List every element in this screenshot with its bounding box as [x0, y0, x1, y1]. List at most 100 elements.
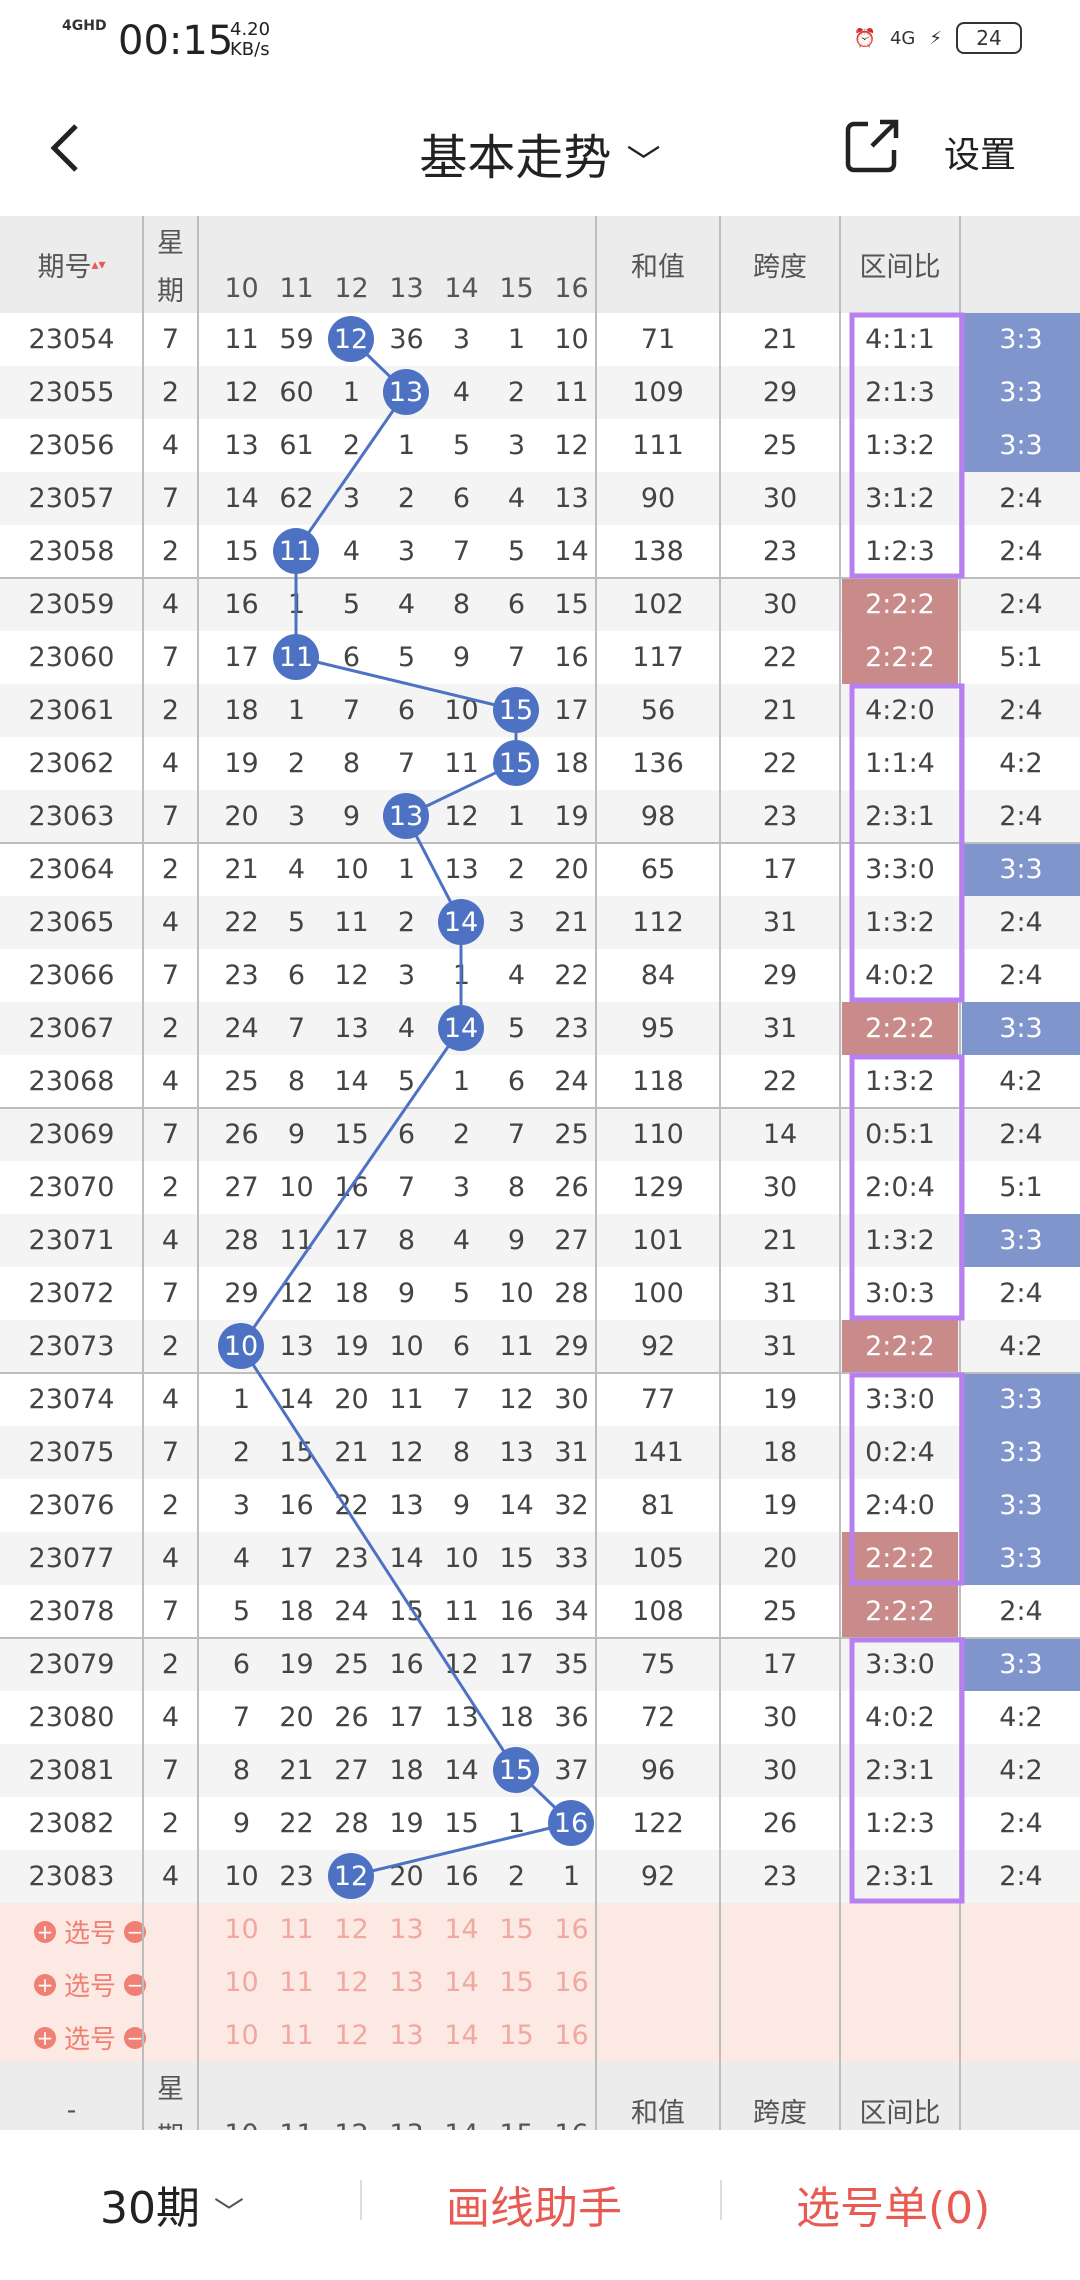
pick-number[interactable]: 12: [324, 2009, 379, 2062]
pick-number[interactable]: 15: [489, 1903, 544, 1956]
sum-value: 117: [632, 642, 684, 673]
miss-value: 13: [444, 1702, 479, 1733]
zone-ratio: 0:5:1: [865, 1119, 935, 1150]
sum-value: 77: [640, 1384, 676, 1415]
miss-value: 5: [287, 907, 306, 938]
header-num-14: 14: [444, 273, 479, 304]
plus-icon[interactable]: +: [34, 2026, 56, 2049]
pick-number[interactable]: 14: [434, 1903, 489, 1956]
miss-value: 16: [554, 642, 589, 673]
battery-indicator: 24: [956, 22, 1022, 54]
miss-value: 3: [452, 1172, 471, 1203]
miss-value: 2: [452, 1119, 471, 1150]
settings-button[interactable]: 设置: [944, 126, 1016, 178]
pick-number[interactable]: 12: [324, 1903, 379, 1956]
plus-icon[interactable]: +: [34, 1920, 56, 1943]
share-icon[interactable]: [842, 116, 902, 176]
pick-number[interactable]: 11: [269, 1903, 324, 1956]
page-title[interactable]: 基本走势 ﹀: [0, 118, 1080, 188]
miss-value: 23: [279, 1861, 314, 1892]
miss-value: 20: [554, 854, 589, 885]
miss-value: 12: [334, 960, 369, 991]
sum-value: 109: [632, 377, 684, 408]
miss-value: 11: [279, 1225, 314, 1256]
pick-number[interactable]: 15: [489, 2009, 544, 2062]
zone-ratio: 1:1:4: [865, 748, 935, 779]
miss-value: 19: [279, 1649, 314, 1680]
table-row: 23056 4 13 61 2 1 5 3 12 111 25 1:3:2 3:3: [0, 419, 1080, 472]
header-issue[interactable]: 期号 ▴▾: [0, 216, 143, 313]
oddeven-ratio: 2:4: [999, 1119, 1043, 1150]
miss-value: 13: [389, 1490, 424, 1521]
span-value: 23: [762, 801, 798, 832]
miss-value: 22: [279, 1808, 314, 1839]
miss-value: 8: [287, 1066, 306, 1097]
weekday: 4: [161, 907, 180, 938]
pick-number[interactable]: 14: [434, 1956, 489, 2009]
pick-number[interactable]: 11: [269, 2009, 324, 2062]
number-ball: 16: [548, 1800, 594, 1846]
issue-number: 23070: [28, 1172, 115, 1203]
pick-number[interactable]: 13: [379, 1903, 434, 1956]
miss-value: 16: [389, 1649, 424, 1680]
pick-number[interactable]: 13: [379, 1956, 434, 2009]
plus-icon[interactable]: +: [34, 1973, 56, 1996]
table-row: 23069 7 26 9 15 6 2 7 25 110 14 0:5:1 2:4: [0, 1108, 1080, 1161]
group-divider: [0, 1372, 1080, 1374]
column-divider: [839, 216, 841, 2159]
zone-ratio: 4:2:0: [865, 695, 935, 726]
issue-number: 23076: [28, 1490, 115, 1521]
zone-ratio: 2:2:2: [842, 1002, 958, 1055]
miss-value: 3: [507, 430, 526, 461]
pick-control[interactable]: + 选号 −: [34, 1913, 147, 1950]
header-num-13: 13: [389, 273, 424, 304]
chevron-down-icon: ﹀: [214, 2196, 244, 2231]
draw-helper-button[interactable]: 画线助手: [446, 2172, 622, 2236]
period-select[interactable]: 30期 ﹀: [100, 2172, 244, 2236]
sum-value: 98: [640, 801, 676, 832]
pick-number[interactable]: 14: [434, 2009, 489, 2062]
issue-number: 23073: [28, 1331, 115, 1362]
miss-value: 9: [232, 1808, 251, 1839]
miss-value: 1: [342, 377, 361, 408]
pick-number[interactable]: 13: [379, 2009, 434, 2062]
pick-number[interactable]: 10: [214, 1903, 269, 1956]
miss-value: 25: [334, 1649, 369, 1680]
pick-number[interactable]: 16: [544, 2009, 599, 2062]
miss-value: 16: [444, 1861, 479, 1892]
miss-value: 30: [554, 1384, 589, 1415]
zone-ratio: 3:3:0: [865, 1649, 935, 1680]
pick-row: + 选号 − 10 11 12 13 14 15 16: [0, 1903, 1080, 1956]
pick-number[interactable]: 15: [489, 1956, 544, 2009]
oddeven-ratio: 3:3: [962, 313, 1080, 366]
table-row: 23066 7 23 6 12 3 1 4 22 84 29 4:0:2 2:4: [0, 949, 1080, 1002]
issue-number: 23063: [28, 801, 115, 832]
weekday: 7: [161, 1119, 180, 1150]
miss-value: 4: [397, 589, 416, 620]
pick-number[interactable]: 16: [544, 1956, 599, 2009]
weekday: 4: [161, 589, 180, 620]
pick-number[interactable]: 11: [269, 1956, 324, 2009]
weekday: 7: [161, 960, 180, 991]
pick-control[interactable]: + 选号 −: [34, 2019, 147, 2056]
miss-value: 4: [232, 1543, 251, 1574]
pick-number[interactable]: 12: [324, 1956, 379, 2009]
zone-ratio: 4:0:2: [865, 960, 935, 991]
table-row: 23079 2 6 19 25 16 12 17 35 75 17 3:3:0 3:3: [0, 1638, 1080, 1691]
status-bar: 4GHD 00:15 4.20 KB/s ⏰ 4G ⚡ 24: [0, 0, 1080, 80]
pick-number[interactable]: 16: [544, 1903, 599, 1956]
issue-number: 23057: [28, 483, 115, 514]
sum-value: 111: [632, 430, 684, 461]
selection-list-button[interactable]: 选号单(0): [796, 2172, 990, 2236]
issue-number: 23079: [28, 1649, 115, 1680]
pick-number[interactable]: 10: [214, 1956, 269, 2009]
miss-value: 18: [334, 1278, 369, 1309]
miss-value: 36: [389, 324, 424, 355]
pick-number[interactable]: 10: [214, 2009, 269, 2062]
issue-number: 23068: [28, 1066, 115, 1097]
sum-value: 75: [640, 1649, 676, 1680]
sum-value: 112: [632, 907, 684, 938]
pick-control[interactable]: + 选号 −: [34, 1966, 147, 2003]
span-value: 30: [762, 1702, 798, 1733]
miss-value: 12: [499, 1384, 534, 1415]
